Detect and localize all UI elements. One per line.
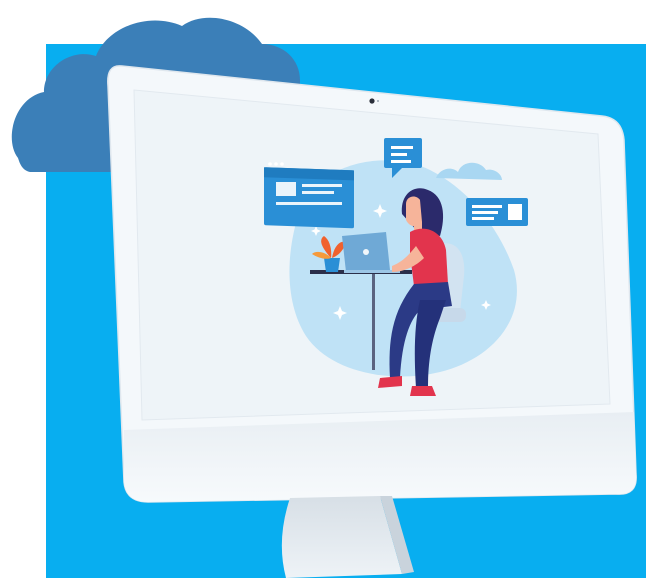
camera-dot bbox=[369, 98, 375, 104]
browser-window-icon bbox=[264, 162, 354, 229]
illustration-scene bbox=[0, 0, 646, 578]
monitor-illustration bbox=[11, 17, 646, 578]
message-card-icon bbox=[466, 198, 528, 226]
